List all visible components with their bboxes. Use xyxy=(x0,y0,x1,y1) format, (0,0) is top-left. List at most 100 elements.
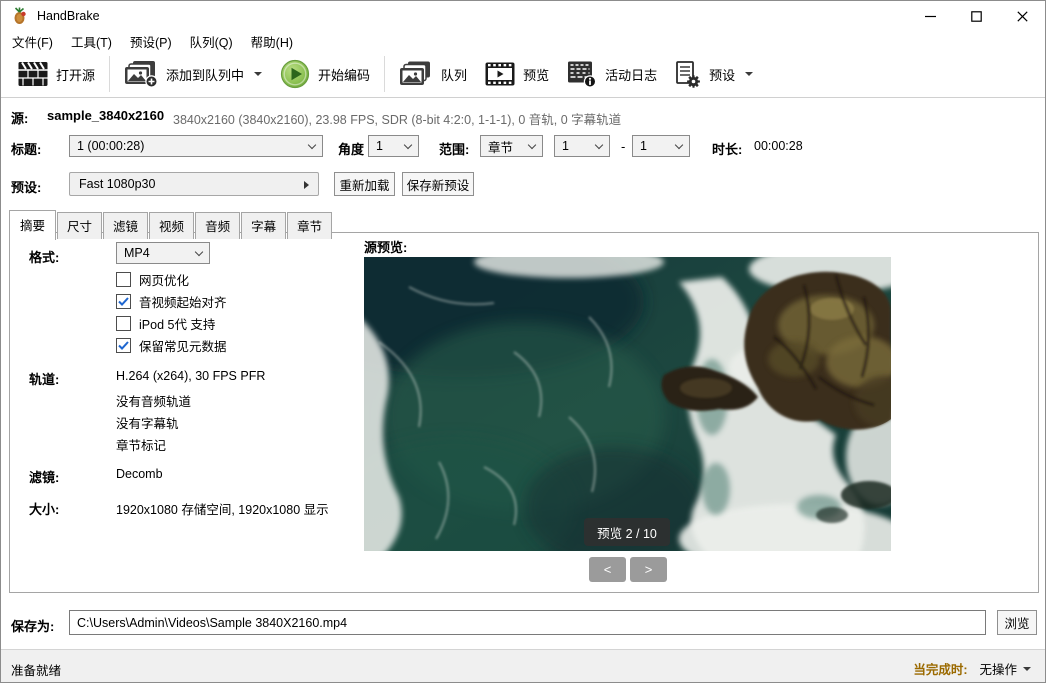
menu-presets[interactable]: 预设(P) xyxy=(121,30,181,53)
angle-select[interactable]: 1 xyxy=(368,135,419,157)
range-start-value: 1 xyxy=(562,139,569,153)
range-type-select[interactable]: 章节 xyxy=(480,135,543,157)
preview-prev-button[interactable]: < xyxy=(589,557,626,582)
menu-tools[interactable]: 工具(T) xyxy=(62,30,121,53)
ipod-support-label: iPod 5代 支持 xyxy=(139,314,215,333)
save-new-preset-button[interactable]: 保存新预设 xyxy=(402,172,474,196)
range-dash: - xyxy=(621,139,625,154)
tab-video[interactable]: 视频 xyxy=(149,212,194,239)
toolbar-separator xyxy=(109,56,110,92)
web-optimized-checkbox[interactable] xyxy=(116,272,131,287)
track-chapters: 章节标记 xyxy=(116,435,166,454)
tab-audio[interactable]: 音频 xyxy=(195,212,240,239)
angle-select-value: 1 xyxy=(376,139,383,153)
activity-log-icon xyxy=(567,61,597,88)
keep-metadata-checkbox[interactable] xyxy=(116,338,131,353)
chevron-down-icon xyxy=(195,248,203,256)
toolbar: 打开源 添加到队列中 xyxy=(1,51,1045,98)
chevron-down-icon xyxy=(595,141,603,149)
open-source-button[interactable]: 打开源 xyxy=(9,56,104,92)
film-preview-icon xyxy=(485,62,515,86)
preset-select-value: Fast 1080p30 xyxy=(79,177,155,191)
presets-icon xyxy=(675,61,701,88)
tab-chapters[interactable]: 章节 xyxy=(287,212,332,239)
range-label: 范围: xyxy=(439,139,469,158)
add-to-queue-button[interactable]: 添加到队列中 xyxy=(115,55,271,93)
ocean-aerial-image xyxy=(364,257,891,551)
minimize-button[interactable] xyxy=(907,1,953,31)
duration-label: 时长: xyxy=(712,139,742,158)
statusbar: 准备就绪 当完成时: 无操作 xyxy=(1,649,1045,683)
preset-select[interactable]: Fast 1080p30 xyxy=(69,172,319,196)
range-end-value: 1 xyxy=(640,139,647,153)
save-path-input[interactable] xyxy=(69,610,986,635)
activity-log-label: 活动日志 xyxy=(605,65,657,84)
chevron-down-icon xyxy=(308,141,316,149)
title-select[interactable]: 1 (00:00:28) xyxy=(69,135,323,157)
check-icon xyxy=(118,341,129,350)
menubar: 文件(F) 工具(T) 预设(P) 队列(Q) 帮助(H) xyxy=(1,31,1045,51)
angle-label: 角度 xyxy=(338,139,364,158)
range-start-select[interactable]: 1 xyxy=(554,135,610,157)
tab-summary[interactable]: 摘要 xyxy=(9,210,56,240)
reload-preset-button[interactable]: 重新加载 xyxy=(334,172,395,196)
chevron-down-icon xyxy=(675,141,683,149)
when-done-select[interactable]: 无操作 xyxy=(979,659,1031,678)
av-align-label: 音视频起始对齐 xyxy=(139,292,227,311)
menu-queue[interactable]: 队列(Q) xyxy=(181,30,242,53)
preset-label: 预设: xyxy=(11,177,41,196)
range-end-select[interactable]: 1 xyxy=(632,135,690,157)
track-video: H.264 (x264), 30 FPS PFR xyxy=(116,369,265,383)
when-done-value: 无操作 xyxy=(979,659,1017,678)
tab-dimensions[interactable]: 尺寸 xyxy=(57,212,102,239)
queue-button[interactable]: 队列 xyxy=(390,56,476,92)
preview-label: 预览 xyxy=(523,65,549,84)
range-type-value: 章节 xyxy=(488,137,513,156)
av-align-checkbox[interactable] xyxy=(116,294,131,309)
checkbox-row-metadata: 保留常见元数据 xyxy=(116,336,227,355)
maximize-button[interactable] xyxy=(953,1,999,31)
start-encode-button[interactable]: 开始编码 xyxy=(271,54,379,94)
activity-log-button[interactable]: 活动日志 xyxy=(558,56,666,93)
when-done-label: 当完成时: xyxy=(913,659,967,678)
when-done-control: 当完成时: 无操作 xyxy=(913,659,1031,678)
chevron-down-icon xyxy=(528,141,536,149)
preview-counter-badge: 预览 2 / 10 xyxy=(584,518,670,546)
toolbar-separator xyxy=(384,56,385,92)
web-optimized-label: 网页优化 xyxy=(139,270,189,289)
keep-metadata-label: 保留常见元数据 xyxy=(139,336,227,355)
open-source-label: 打开源 xyxy=(56,65,95,84)
close-button[interactable] xyxy=(999,1,1045,31)
tab-subtitles[interactable]: 字幕 xyxy=(241,212,286,239)
preview-image xyxy=(364,257,891,551)
queue-label: 队列 xyxy=(441,65,467,84)
tab-bar: 摘要 尺寸 滤镜 视频 音频 字幕 章节 xyxy=(9,210,333,239)
filters-label: 滤镜: xyxy=(29,467,59,486)
format-select-value: MP4 xyxy=(124,246,150,260)
ipod-support-checkbox[interactable] xyxy=(116,316,131,331)
preview-button[interactable]: 预览 xyxy=(476,57,558,91)
titlebar: HandBrake xyxy=(1,1,1045,31)
checkbox-row-web-optimized: 网页优化 xyxy=(116,270,189,289)
add-to-queue-dropdown-icon[interactable] xyxy=(254,72,262,76)
presets-button[interactable]: 预设 xyxy=(666,56,762,93)
track-subtitle: 没有字幕轨 xyxy=(116,413,179,432)
browse-button[interactable]: 浏览 xyxy=(997,610,1037,635)
source-preview-label: 源预览: xyxy=(364,237,407,256)
chevron-down-icon xyxy=(1023,667,1031,671)
preview-next-button[interactable]: > xyxy=(630,557,667,582)
format-label: 格式: xyxy=(29,247,59,266)
presets-dropdown-icon[interactable] xyxy=(745,72,753,76)
size-value: 1920x1080 存储空间, 1920x1080 显示 xyxy=(116,499,329,518)
menu-help[interactable]: 帮助(H) xyxy=(242,30,302,53)
format-select[interactable]: MP4 xyxy=(116,242,210,264)
duration-value: 00:00:28 xyxy=(754,139,803,153)
presets-label: 预设 xyxy=(709,65,735,84)
title-label: 标题: xyxy=(11,139,41,158)
tab-filters[interactable]: 滤镜 xyxy=(103,212,148,239)
source-label: 源: xyxy=(11,108,28,127)
check-icon xyxy=(118,297,129,306)
handbrake-logo-icon xyxy=(11,7,29,25)
menu-file[interactable]: 文件(F) xyxy=(3,30,62,53)
add-to-queue-icon xyxy=(124,60,158,88)
